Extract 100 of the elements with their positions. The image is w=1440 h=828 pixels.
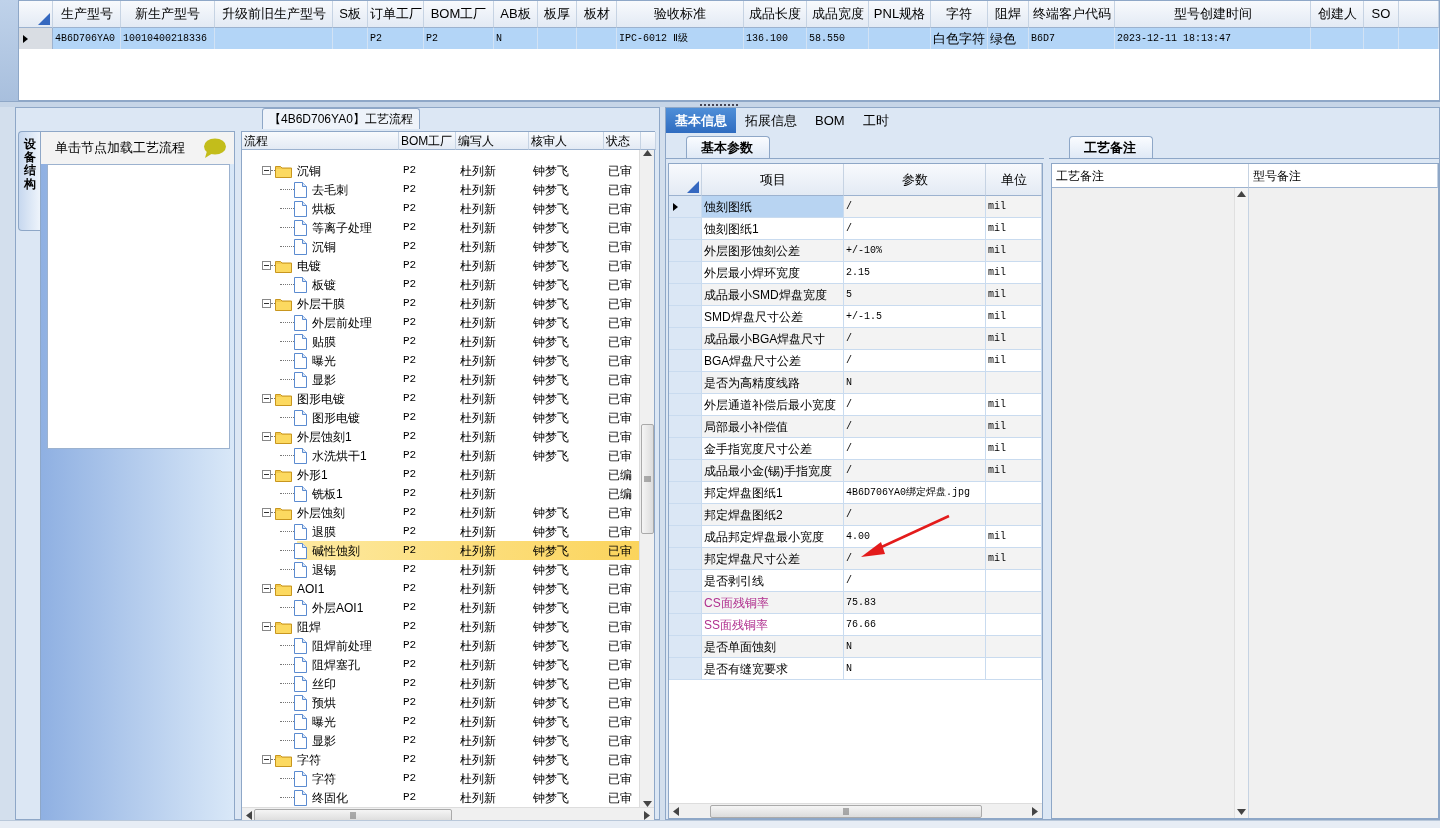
column-header[interactable]: 参数 — [844, 164, 986, 196]
collapse-icon[interactable] — [262, 261, 271, 270]
tree-row[interactable]: 外层AOI1 P2 杜列新 钟梦飞 已审 — [242, 598, 640, 617]
tree-node-label[interactable]: 阻焊 — [297, 617, 321, 636]
table-cell[interactable]: 是否单面蚀刻 — [702, 636, 844, 658]
table-cell[interactable]: mil — [986, 460, 1042, 482]
tree-node-label[interactable]: 电镀 — [297, 256, 321, 275]
table-cell[interactable]: mil — [986, 416, 1042, 438]
tree-node-label[interactable]: 沉铜 — [297, 161, 321, 180]
tree-node-label[interactable]: 板镀 — [312, 275, 336, 294]
collapse-icon[interactable] — [262, 432, 271, 441]
tree-row[interactable]: 丝印 P2 杜列新 钟梦飞 已审 — [242, 674, 640, 693]
column-header[interactable]: 订单工厂 — [368, 1, 424, 28]
column-header[interactable]: 型号创建时间 — [1115, 1, 1311, 28]
scrollbar-thumb[interactable] — [640, 423, 654, 534]
column-header[interactable]: 核审人 — [529, 132, 604, 150]
tree-node-label[interactable]: 阻焊前处理 — [312, 636, 372, 655]
table-cell[interactable]: mil — [986, 548, 1042, 570]
tree-node-label[interactable]: 预烘 — [312, 693, 336, 712]
tree-row[interactable]: 终固化 P2 杜列新 钟梦飞 已审 — [242, 788, 640, 807]
column-header[interactable]: 状态 — [604, 132, 641, 150]
tree-node-label[interactable]: 终固化 — [312, 788, 348, 807]
tree-node-label[interactable]: 铣板1 — [312, 484, 343, 503]
tree-node-label[interactable]: 等离子处理 — [312, 218, 372, 237]
column-header[interactable]: 成品宽度 — [807, 1, 869, 28]
tree-row[interactable]: 烘板 P2 杜列新 钟梦飞 已审 — [242, 199, 640, 218]
scroll-left-icon[interactable] — [246, 810, 252, 820]
tree-row[interactable]: 预烘 P2 杜列新 钟梦飞 已审 — [242, 693, 640, 712]
tree-node-label[interactable]: 碱性蚀刻 — [312, 541, 360, 560]
tree-row[interactable]: 曝光 P2 杜列新 钟梦飞 已审 — [242, 351, 640, 370]
scroll-down-icon[interactable] — [1237, 809, 1246, 815]
table-cell[interactable]: 邦定焊盘尺寸公差 — [702, 548, 844, 570]
tree-node-label[interactable]: 外层蚀刻 — [297, 503, 345, 522]
column-header[interactable]: BOM工厂 — [424, 1, 494, 28]
tree-node-label[interactable]: 丝印 — [312, 674, 336, 693]
tree-row[interactable]: 外层蚀刻1 P2 杜列新 钟梦飞 已审 — [242, 427, 640, 446]
tree-row[interactable]: 外层蚀刻 P2 杜列新 钟梦飞 已审 — [242, 503, 640, 522]
collapse-icon[interactable] — [262, 584, 271, 593]
table-cell[interactable]: 外层图形蚀刻公差 — [702, 240, 844, 262]
column-header[interactable]: 终端客户代码 — [1029, 1, 1115, 28]
column-header[interactable]: PNL规格 — [869, 1, 931, 28]
table-cell[interactable]: 成品最小SMD焊盘宽度 — [702, 284, 844, 306]
tree-node-label[interactable]: 外形1 — [297, 465, 328, 484]
column-header[interactable]: 单位 — [986, 164, 1042, 196]
collapse-icon[interactable] — [262, 508, 271, 517]
collapse-icon[interactable] — [262, 622, 271, 631]
column-header[interactable]: AB板 — [494, 1, 538, 28]
table-cell[interactable]: mil — [986, 284, 1042, 306]
column-header[interactable]: 板材 — [577, 1, 617, 28]
tab[interactable]: BOM — [806, 108, 854, 133]
column-header[interactable]: 项目 — [702, 164, 844, 196]
tree-node-label[interactable]: 显影 — [312, 370, 336, 389]
table-cell[interactable]: +/-10% — [844, 240, 986, 262]
column-header[interactable]: 字符 — [931, 1, 988, 28]
scroll-right-icon[interactable] — [644, 810, 650, 820]
column-header[interactable]: 板厚 — [538, 1, 577, 28]
tree-row[interactable]: 贴膜 P2 杜列新 钟梦飞 已审 — [242, 332, 640, 351]
table-cell[interactable]: 邦定焊盘图纸2 — [702, 504, 844, 526]
table-cell[interactable]: / — [844, 196, 986, 218]
scrollbar-thumb[interactable] — [709, 804, 982, 818]
tree-row[interactable]: 板镀 P2 杜列新 钟梦飞 已审 — [242, 275, 640, 294]
tree-node-label[interactable]: 烘板 — [312, 199, 336, 218]
tree-row[interactable]: 外层前处理 P2 杜列新 钟梦飞 已审 — [242, 313, 640, 332]
tree-node-label[interactable]: 字符 — [312, 769, 336, 788]
tree-node-label[interactable]: 退锡 — [312, 560, 336, 579]
column-header[interactable]: 工艺备注 — [1052, 164, 1249, 188]
column-header[interactable]: 新生产型号 — [121, 1, 215, 28]
tree-node-label[interactable]: 去毛刺 — [312, 180, 348, 199]
table-cell[interactable]: / — [844, 416, 986, 438]
scroll-left-icon[interactable] — [673, 806, 679, 816]
table-cell[interactable]: 成品最小金(锡)手指宽度 — [702, 460, 844, 482]
table-cell[interactable]: N — [844, 636, 986, 658]
table-cell[interactable]: 成品最小BGA焊盘尺寸 — [702, 328, 844, 350]
tree-node-label[interactable]: 字符 — [297, 750, 321, 769]
tree-row[interactable]: 电镀 P2 杜列新 钟梦飞 已审 — [242, 256, 640, 275]
table-cell[interactable]: / — [844, 504, 986, 526]
tree-row[interactable]: 外层干膜 P2 杜列新 钟梦飞 已审 — [242, 294, 640, 313]
collapse-icon[interactable] — [262, 755, 271, 764]
tree-row[interactable]: 图形电镀 P2 杜列新 钟梦飞 已审 — [242, 408, 640, 427]
column-header[interactable]: 升级前旧生产型号 — [215, 1, 333, 28]
tree-node-label[interactable]: 外层前处理 — [312, 313, 372, 332]
collapse-icon[interactable] — [262, 394, 271, 403]
table-cell[interactable]: 是否有缝宽要求 — [702, 658, 844, 680]
column-header[interactable]: 编写人 — [456, 132, 529, 150]
tree-node-label[interactable]: 阻焊塞孔 — [312, 655, 360, 674]
table-cell[interactable]: / — [844, 460, 986, 482]
tree-node-label[interactable]: 外层AOI1 — [312, 598, 364, 617]
table-cell[interactable]: N — [844, 658, 986, 680]
tree-row[interactable]: 显影 P2 杜列新 钟梦飞 已审 — [242, 370, 640, 389]
tab[interactable]: 拓展信息 — [736, 108, 806, 133]
tree-node-label[interactable]: 水洗烘干1 — [312, 446, 367, 465]
table-cell[interactable]: / — [844, 548, 986, 570]
tree-row[interactable]: AOI1 P2 杜列新 钟梦飞 已审 — [242, 579, 640, 598]
row-header[interactable] — [669, 196, 702, 218]
tree-row[interactable]: 字符 P2 杜列新 钟梦飞 已审 — [242, 769, 640, 788]
tree-row[interactable]: 沉铜 P2 杜列新 钟梦飞 已审 — [242, 161, 640, 180]
tree-node-label[interactable]: 图形电镀 — [312, 408, 360, 427]
tree-row[interactable]: 铣板1 P2 杜列新 已编 — [242, 484, 640, 503]
column-header[interactable]: S板 — [333, 1, 368, 28]
tree-node-label[interactable]: 显影 — [312, 731, 336, 750]
